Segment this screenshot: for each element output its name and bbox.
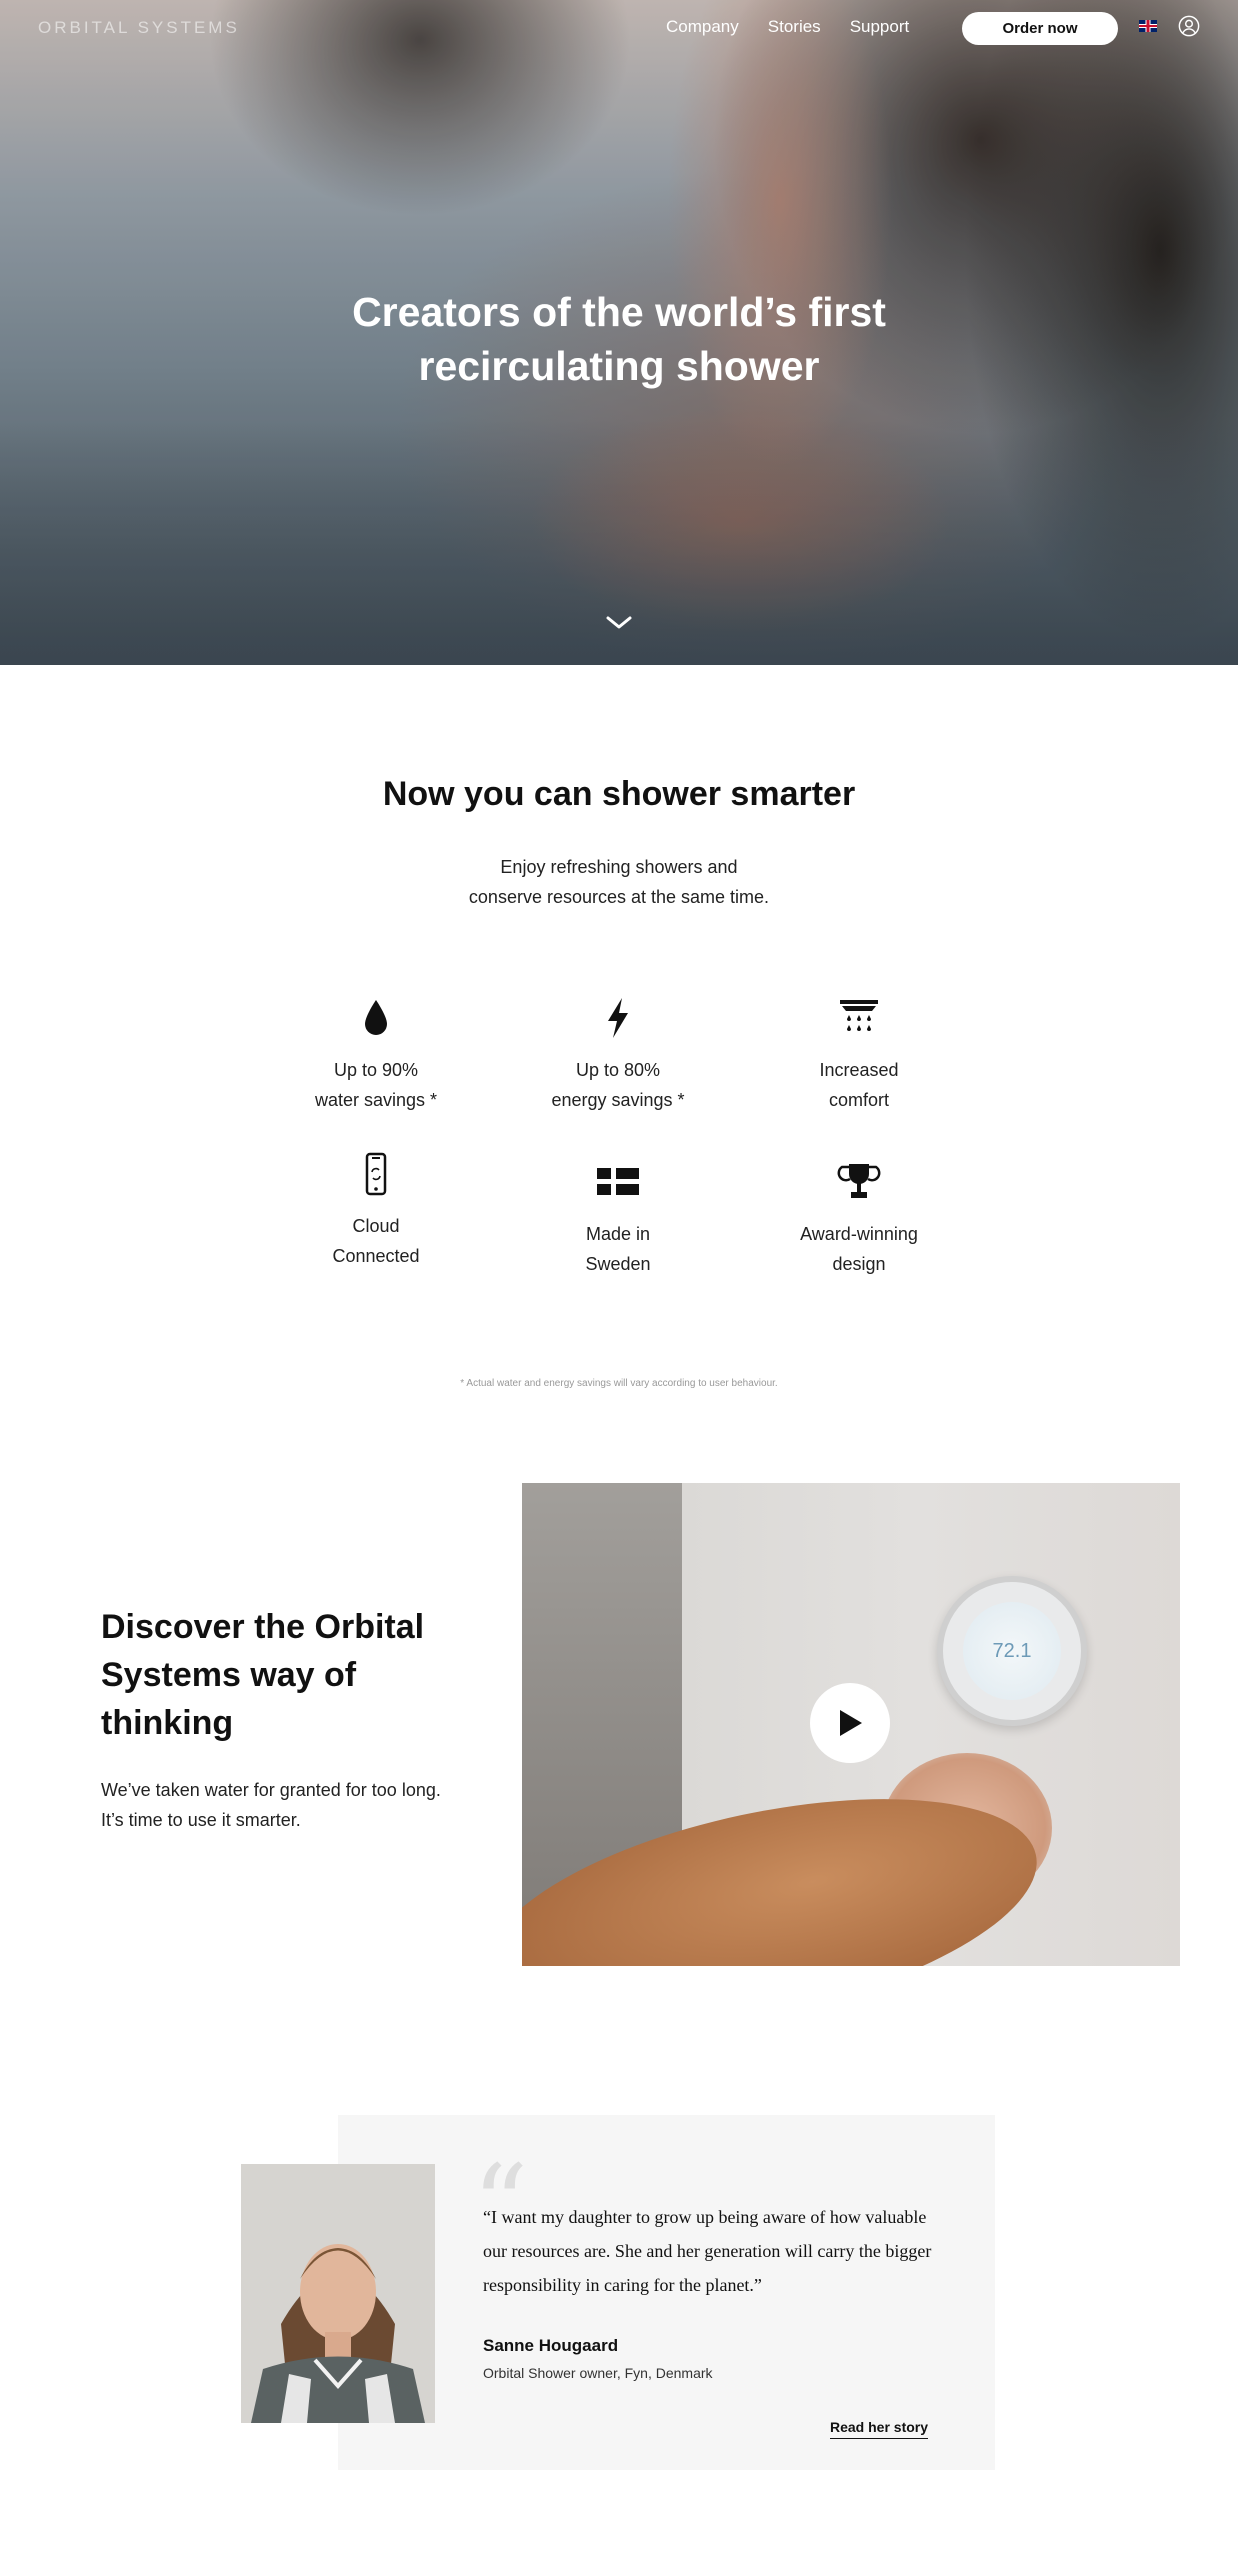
testimonial-portrait <box>241 2164 435 2423</box>
nav-link-stories[interactable]: Stories <box>768 17 821 37</box>
trophy-icon <box>837 1164 881 1198</box>
testimonial-author-meta: Orbital Shower owner, Fyn, Denmark <box>483 2365 713 2381</box>
section-subtitle-smarter: Enjoy refreshing showers and conserve re… <box>468 857 770 907</box>
water-drop-icon <box>365 1000 387 1035</box>
feature-water-savings: Up to 90% water savings * <box>266 996 486 1115</box>
hero-title: Creators of the world’s first recirculat… <box>0 285 1238 393</box>
order-now-button[interactable]: Order now <box>962 12 1118 45</box>
testimonial-quote: “I want my daughter to grow up being awa… <box>483 2207 932 2295</box>
discover-text: We’ve taken water for granted for too lo… <box>101 1780 441 1830</box>
feature-made-in-sweden: Made in Sweden <box>508 1160 728 1279</box>
feature-label: Increased comfort <box>819 1060 899 1110</box>
chevron-down-icon[interactable] <box>605 614 633 632</box>
logo[interactable]: ORBITAL SYSTEMS <box>38 18 240 38</box>
feature-cloud-connected: Cloud Connected <box>266 1152 486 1271</box>
hero: ORBITAL SYSTEMS Company Stories Support … <box>0 0 1238 665</box>
feature-label: Cloud Connected <box>332 1216 420 1266</box>
smartphone-sync-icon <box>365 1152 387 1196</box>
feature-label: Made in Sweden <box>585 1224 651 1274</box>
swedish-flag-icon <box>597 1168 639 1195</box>
testimonial-author-name: Sanne Hougaard <box>483 2336 619 2355</box>
lightning-icon <box>608 998 628 1038</box>
feature-energy-savings: Up to 80% energy savings * <box>508 996 728 1115</box>
feature-label: Up to 90% water savings * <box>314 1060 438 1110</box>
thermostat-display: 72.1 <box>963 1602 1061 1700</box>
play-button[interactable] <box>810 1683 890 1763</box>
play-icon <box>840 1710 862 1736</box>
discover-title: Discover the Orbital Systems way of thin… <box>101 1608 425 1742</box>
nav-link-company[interactable]: Company <box>666 17 739 37</box>
hero-title-line1: Creators of the world’s first <box>352 289 886 335</box>
top-nav: ORBITAL SYSTEMS Company Stories Support … <box>0 0 1238 55</box>
feature-label: Up to 80% energy savings * <box>551 1060 685 1110</box>
nav-links: Company Stories Support <box>666 17 909 37</box>
savings-disclaimer: * Actual water and energy savings will v… <box>460 1378 778 1389</box>
shower-head-icon <box>840 1000 878 1031</box>
user-circle-icon[interactable] <box>1178 15 1200 37</box>
feature-award-winning: Award-winning design <box>749 1160 969 1279</box>
read-her-story-link[interactable]: Read her story <box>830 2419 929 2439</box>
feature-label: Award-winning design <box>800 1224 918 1274</box>
feature-comfort: Increased comfort <box>749 996 969 1115</box>
hero-title-line2: recirculating shower <box>418 343 820 389</box>
nav-link-support[interactable]: Support <box>850 17 910 37</box>
uk-flag-icon[interactable] <box>1139 20 1157 32</box>
section-title-smarter: Now you can shower smarter <box>382 775 856 813</box>
